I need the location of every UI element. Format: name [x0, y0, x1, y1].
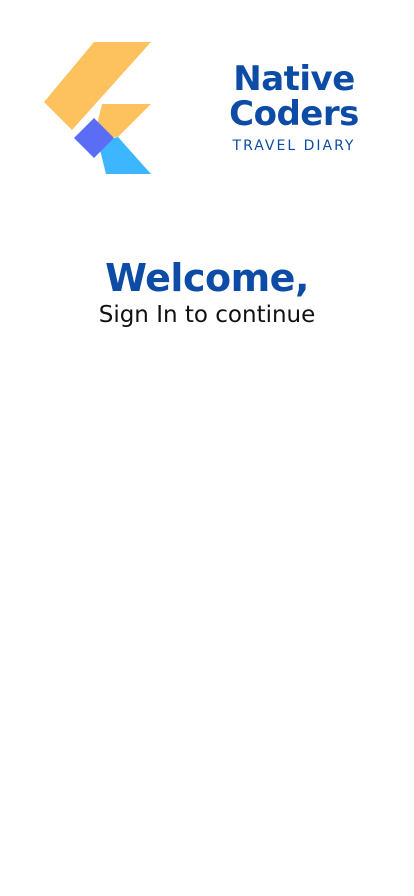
brand-tagline: TRAVEL DIARY [232, 138, 356, 154]
welcome-title: Welcome, [105, 256, 309, 300]
brand-line-native: Native [233, 59, 355, 99]
welcome-subtitle: Sign In to continue [98, 302, 316, 328]
app-logo: Native Coders TRAVEL DIARY [0, 0, 414, 200]
brand-line-coders: Coders [229, 94, 359, 134]
welcome-section: Welcome, Sign In to continue [0, 254, 414, 330]
native-coders-logo-icon [44, 42, 151, 174]
brand-name: Native Coders TRAVEL DIARY [214, 59, 374, 155]
